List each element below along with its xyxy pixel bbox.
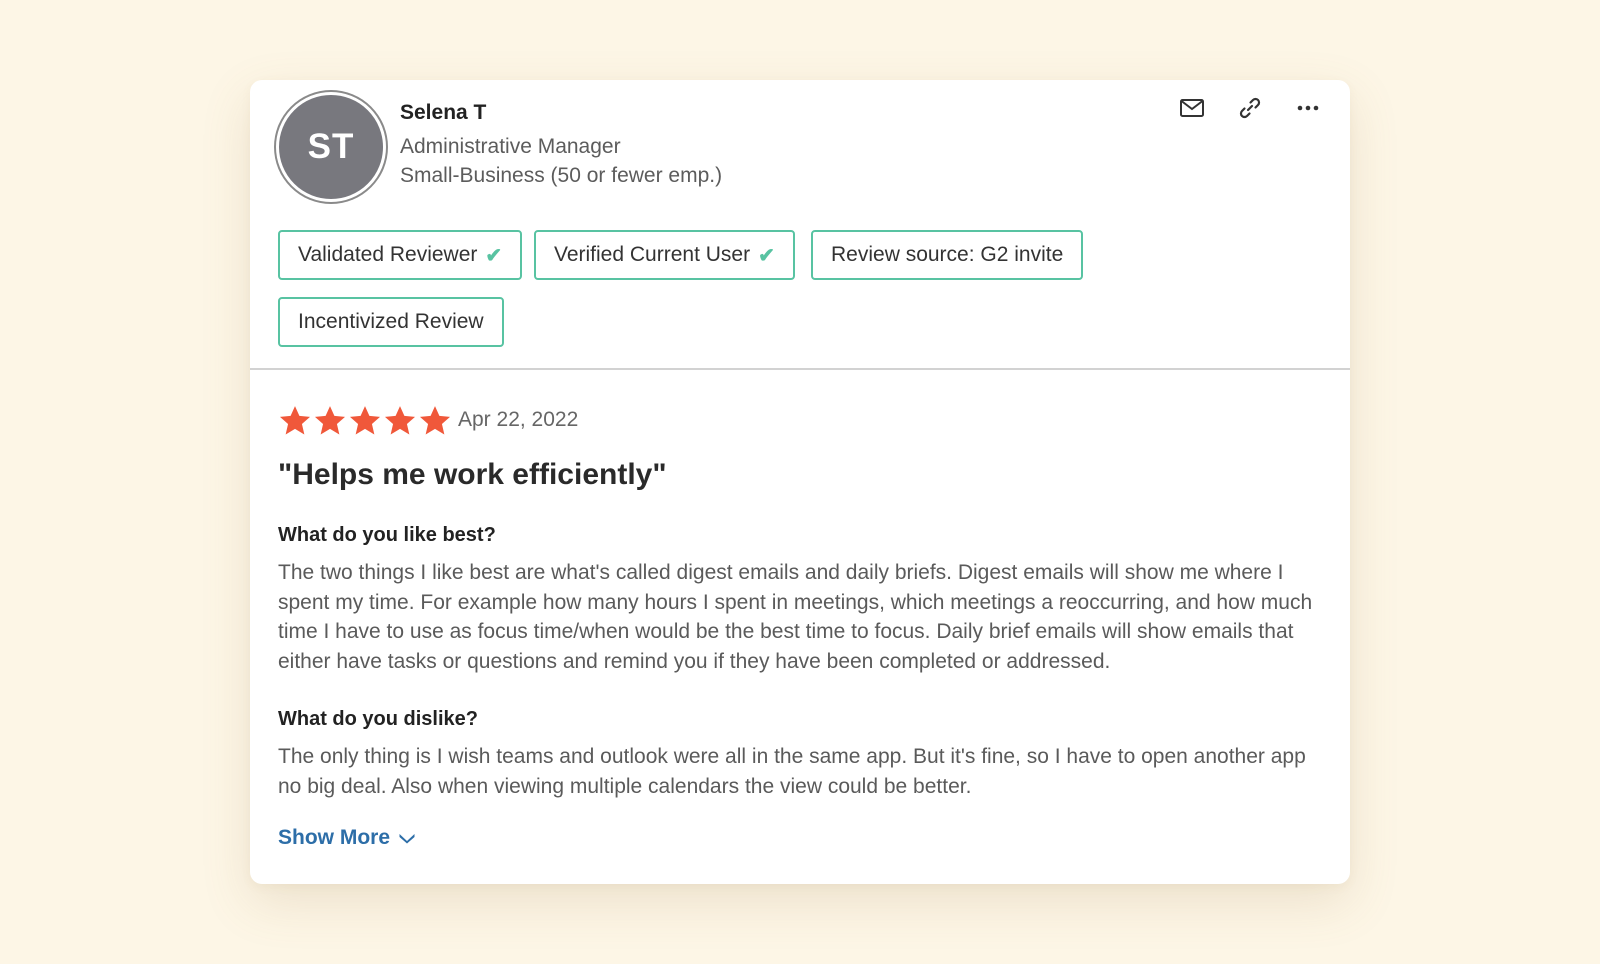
badge-label: Incentivized Review xyxy=(298,310,484,333)
show-more-label: Show More xyxy=(278,826,391,849)
reviewer-header: ST Selena T Administrative Manager Small… xyxy=(250,80,1350,370)
show-more-link[interactable]: Show More xyxy=(278,826,416,850)
more-icon xyxy=(1297,105,1319,111)
reviewer-role: Administrative Manager xyxy=(400,135,621,158)
badge-label: Validated Reviewer xyxy=(298,243,478,266)
reviewer-segment: Small-Business (50 or fewer emp.) xyxy=(400,164,723,187)
badge-label: Verified Current User xyxy=(554,243,751,266)
more-button[interactable] xyxy=(1294,94,1322,122)
chevron-down-icon xyxy=(399,834,415,844)
star-rating xyxy=(278,404,452,438)
link-button[interactable] xyxy=(1236,94,1264,122)
badge-verified-current-user[interactable]: Verified Current User ✔ xyxy=(534,230,795,280)
badge-incentivized-review[interactable]: Incentivized Review xyxy=(278,297,504,347)
avatar: ST xyxy=(276,92,386,202)
review-card: ST Selena T Administrative Manager Small… xyxy=(250,80,1350,884)
review-date: Apr 22, 2022 xyxy=(458,408,579,431)
review-actions xyxy=(1178,94,1322,122)
badge-review-source[interactable]: Review source: G2 invite xyxy=(811,230,1084,280)
link-icon xyxy=(1239,97,1261,119)
review-title: "Helps me work efficiently" xyxy=(278,458,667,491)
mail-icon xyxy=(1180,99,1204,117)
star-icon xyxy=(349,406,381,435)
badge-label: Review source: G2 invite xyxy=(831,243,1064,266)
check-icon: ✔ xyxy=(485,244,503,267)
question-dislike: What do you dislike? xyxy=(278,708,479,730)
avatar-initials: ST xyxy=(307,127,355,166)
star-icon xyxy=(384,406,416,435)
question-like-best: What do you like best? xyxy=(278,524,496,546)
mail-button[interactable] xyxy=(1178,94,1206,122)
star-icon xyxy=(314,406,346,435)
star-icon xyxy=(419,406,451,435)
answer-dislike: The only thing is I wish teams and outlo… xyxy=(278,745,1306,798)
badge-validated-reviewer[interactable]: Validated Reviewer ✔ xyxy=(278,230,523,280)
reviewer-name[interactable]: Selena T xyxy=(400,101,486,125)
answer-like-best: The two things I like best are what's ca… xyxy=(278,561,1313,673)
check-icon: ✔ xyxy=(758,244,775,267)
star-icon xyxy=(279,406,311,435)
